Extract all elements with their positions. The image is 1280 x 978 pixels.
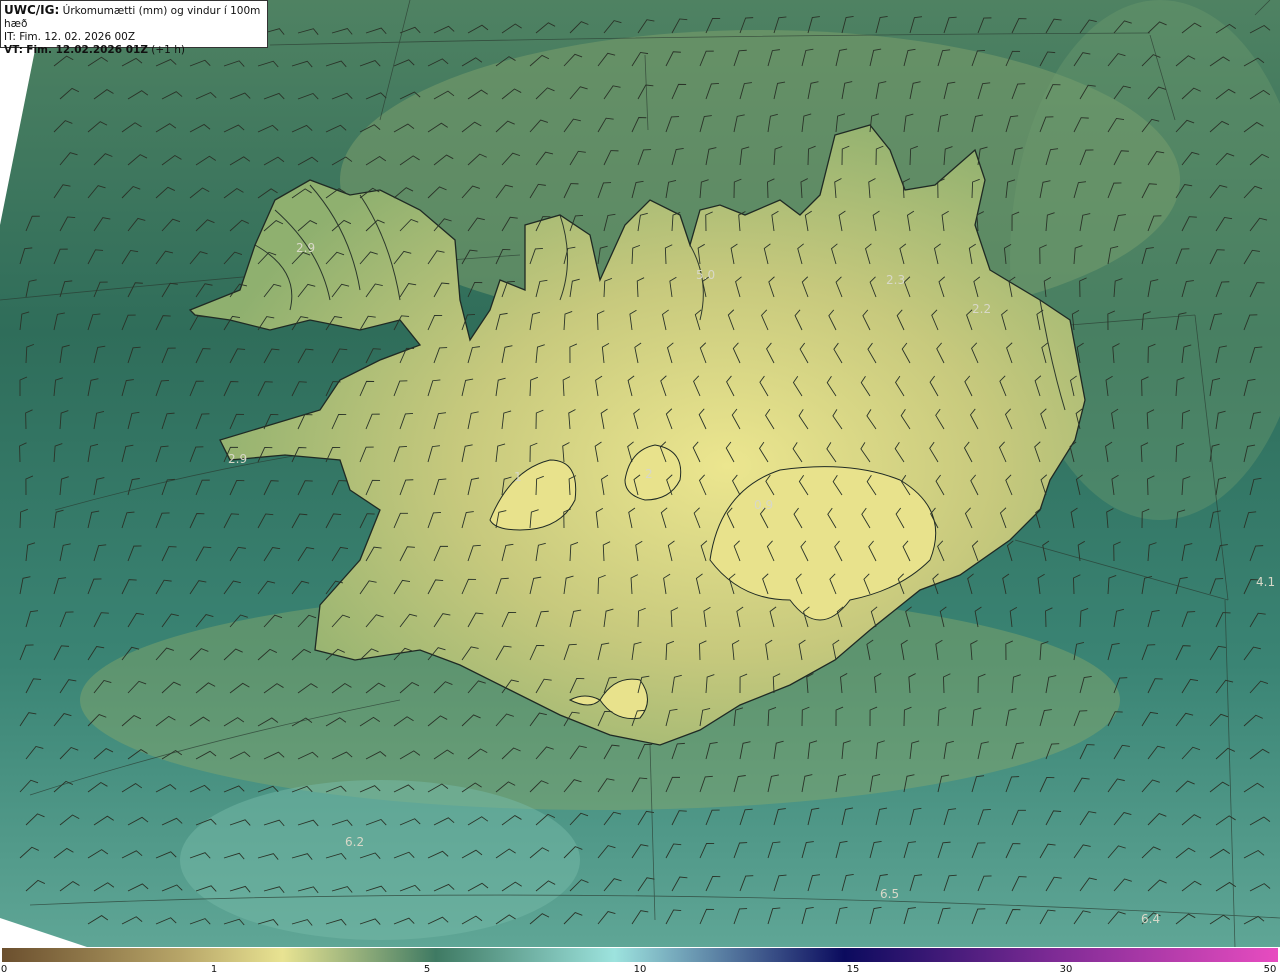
valid-time: Fim. 12.02.2026 01Z (26, 44, 148, 56)
map-value: 4.1 (1256, 575, 1275, 589)
map-value: 2.9 (228, 452, 247, 466)
map-value: 2 (645, 467, 653, 481)
weather-map: 2.9 5.0 2.3 2.2 2.9 2 0.9 1 4.1 6.2 6.5 … (0, 0, 1280, 949)
map-value: 2.2 (972, 302, 991, 316)
colorbar-tick: 30 (1059, 964, 1073, 975)
map-value: 1 (514, 470, 522, 484)
map-value: 2.3 (886, 273, 905, 287)
colorbar-tick: 10 (633, 964, 647, 975)
valid-time-prefix: VT: (4, 44, 23, 56)
map-canvas: 2.9 5.0 2.3 2.2 2.9 2 0.9 1 4.1 6.2 6.5 … (0, 0, 1280, 949)
colorbar-tick: 0 (0, 964, 8, 975)
init-time: IT: Fim. 12. 02. 2026 00Z (4, 31, 136, 43)
colorbar-legend: 0 1 5 10 15 30 50 (0, 947, 1280, 978)
map-value: 5.0 (696, 268, 715, 282)
colorbar-tick: 5 (423, 964, 431, 975)
product-name: UWC/IG: (4, 3, 60, 17)
colorbar-tick: 1 (210, 964, 218, 975)
colorbar-tick: 15 (846, 964, 860, 975)
map-value: 6.4 (1141, 912, 1160, 926)
colorbar (2, 948, 1278, 962)
map-title-box: UWC/IG: Úrkomumætti (mm) og vindur í 100… (0, 0, 268, 56)
map-value: 6.2 (345, 835, 364, 849)
map-value: 6.5 (880, 887, 899, 901)
map-value: 2.9 (296, 241, 315, 255)
forecast-offset: (+1 h) (151, 44, 185, 56)
map-value: 0.9 (754, 498, 773, 512)
colorbar-tick: 50 (1263, 964, 1277, 975)
